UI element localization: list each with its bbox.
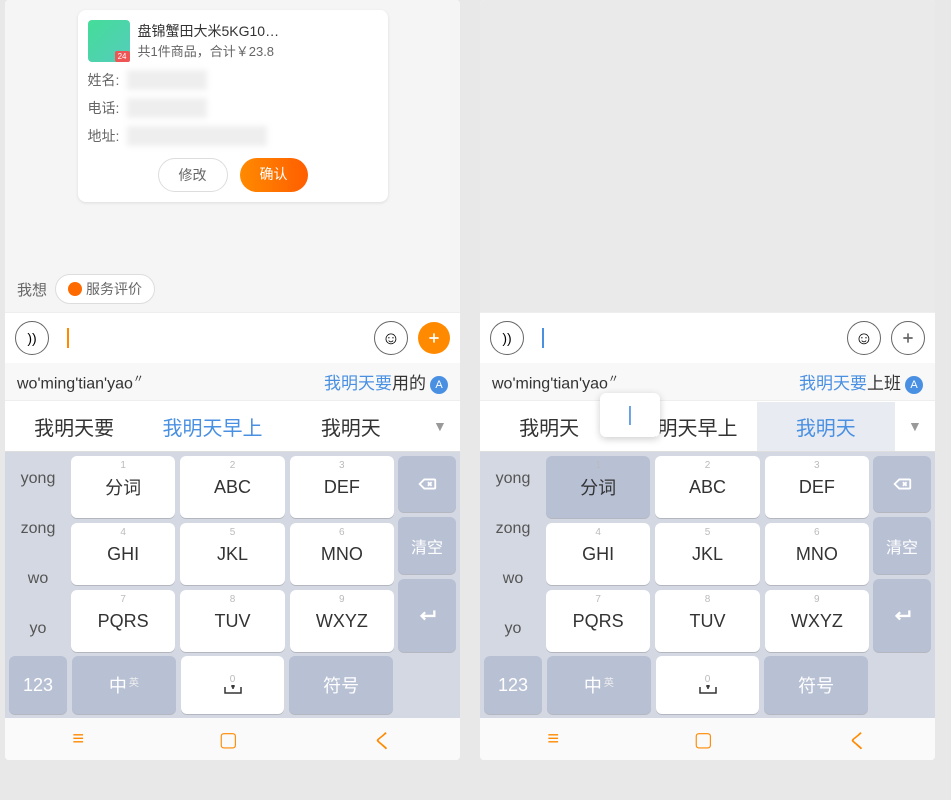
quick-chip[interactable]: 服务评价: [55, 274, 155, 304]
key-6[interactable]: 6MNO: [290, 523, 394, 585]
num-mode-key[interactable]: 123: [9, 656, 67, 714]
quick-reply-bar: 我想 服务评价: [5, 266, 460, 312]
nav-home-icon[interactable]: ▢: [694, 727, 713, 752]
message-input[interactable]: [59, 322, 364, 354]
side-cand[interactable]: yong: [484, 456, 542, 502]
message-input[interactable]: [534, 322, 837, 354]
emoji-button[interactable]: ☺: [847, 321, 881, 355]
backspace-key[interactable]: [398, 456, 456, 512]
side-cand[interactable]: wo: [484, 556, 542, 602]
symbol-key[interactable]: 符号: [289, 656, 393, 714]
candidate-1[interactable]: 我明天: [480, 402, 618, 451]
keyboard: yong zong wo yo 1分词 2ABC 3DEF 4GHI 5JKL …: [480, 452, 935, 656]
candidate-1[interactable]: 我明天要: [5, 402, 143, 451]
key-5[interactable]: 5JKL: [180, 523, 284, 585]
pinyin-text: wo'ming'tian'yao〃: [17, 370, 144, 393]
candidate-row: 我明天要 我明天早上 我明天 ▼: [5, 400, 460, 452]
nav-home-icon[interactable]: ▢: [219, 727, 238, 752]
input-bar: )) ☺: [5, 312, 460, 363]
product-subtitle: 共1件商品，合计￥23.8: [138, 42, 378, 62]
voice-button[interactable]: )): [490, 321, 524, 355]
nav-back-icon[interactable]: く: [848, 725, 868, 754]
product-title: 盘锦蟹田大米5KG10…: [138, 21, 378, 42]
key-3[interactable]: 3DEF: [765, 456, 869, 518]
side-cand[interactable]: yong: [9, 456, 67, 502]
backspace-key[interactable]: [873, 456, 931, 512]
add-button[interactable]: [418, 322, 450, 354]
key-9[interactable]: 9WXYZ: [765, 590, 869, 652]
phone-left: 盘锦蟹田大米5KG10… 共1件商品，合计￥23.8 姓名: 电话: 地址: 修…: [5, 0, 460, 760]
input-bar: )) ☺: [480, 312, 935, 363]
phone-right: )) ☺ wo'ming'tian'yao〃 我明天要上班A 我明天 | 我明天…: [480, 0, 935, 760]
space-key[interactable]: 0: [181, 656, 285, 714]
side-cand[interactable]: yo: [484, 606, 542, 652]
ime-header: wo'ming'tian'yao〃 我明天要用的A: [5, 363, 460, 400]
candidate-row: 我明天 | 我明天早上 我明天 ▼: [480, 400, 935, 452]
ime-header: wo'ming'tian'yao〃 我明天要上班A: [480, 363, 935, 400]
symbol-key[interactable]: 符号: [764, 656, 868, 714]
clear-key[interactable]: 清空: [398, 517, 456, 573]
key-1[interactable]: 1分词: [546, 456, 650, 518]
side-cand[interactable]: wo: [9, 556, 67, 602]
key-1[interactable]: 1分词: [71, 456, 175, 518]
keyboard-bottom-row: 123 中英 0 符号: [5, 656, 460, 718]
ai-icon: A: [905, 376, 923, 394]
enter-key[interactable]: [873, 579, 931, 652]
lang-key[interactable]: 中英: [72, 656, 176, 714]
side-cand[interactable]: zong: [9, 506, 67, 552]
chat-area: 盘锦蟹田大米5KG10… 共1件商品，合计￥23.8 姓名: 电话: 地址: 修…: [5, 0, 460, 266]
candidate-popup: |: [600, 393, 660, 437]
key-5[interactable]: 5JKL: [655, 523, 759, 585]
num-mode-key[interactable]: 123: [484, 656, 542, 714]
nav-recent-icon[interactable]: ≡: [547, 728, 559, 751]
expand-candidates[interactable]: ▼: [895, 418, 935, 434]
key-8[interactable]: 8TUV: [180, 590, 284, 652]
quick-label: 我想: [17, 279, 47, 300]
key-4[interactable]: 4GHI: [546, 523, 650, 585]
candidate-3[interactable]: 我明天: [282, 402, 420, 451]
label-address: 地址:: [88, 126, 120, 146]
clear-key[interactable]: 清空: [873, 517, 931, 573]
top-suggestion[interactable]: 我明天要上班A: [799, 369, 923, 394]
ai-icon: A: [430, 376, 448, 394]
add-button[interactable]: [891, 321, 925, 355]
chip-icon: [68, 282, 82, 296]
nav-recent-icon[interactable]: ≡: [72, 728, 84, 751]
edit-button[interactable]: 修改: [158, 158, 228, 192]
side-cand[interactable]: yo: [9, 606, 67, 652]
key-7[interactable]: 7PQRS: [71, 590, 175, 652]
key-9[interactable]: 9WXYZ: [290, 590, 394, 652]
lang-key[interactable]: 中英: [547, 656, 651, 714]
key-2[interactable]: 2ABC: [180, 456, 284, 518]
expand-candidates[interactable]: ▼: [420, 418, 460, 434]
key-3[interactable]: 3DEF: [290, 456, 394, 518]
nav-back-icon[interactable]: く: [373, 725, 393, 754]
key-4[interactable]: 4GHI: [71, 523, 175, 585]
top-suggestion[interactable]: 我明天要用的A: [324, 369, 448, 394]
space-key[interactable]: 0: [656, 656, 760, 714]
key-8[interactable]: 8TUV: [655, 590, 759, 652]
label-name: 姓名:: [88, 70, 120, 90]
order-card: 盘锦蟹田大米5KG10… 共1件商品，合计￥23.8 姓名: 电话: 地址: 修…: [78, 10, 388, 202]
side-candidates: yong zong wo yo: [484, 456, 542, 652]
pinyin-text: wo'ming'tian'yao〃: [492, 370, 619, 393]
side-candidates: yong zong wo yo: [9, 456, 67, 652]
keyboard-bottom-row: 123 中英 0 符号: [480, 656, 935, 718]
nav-bar: ≡ ▢ く: [480, 718, 935, 760]
key-2[interactable]: 2ABC: [655, 456, 759, 518]
product-image: [88, 20, 130, 62]
label-phone: 电话:: [88, 98, 120, 118]
chat-area: [480, 0, 935, 312]
nav-bar: ≡ ▢ く: [5, 718, 460, 760]
keyboard: yong zong wo yo 1分词 2ABC 3DEF 4GHI 5JKL …: [5, 452, 460, 656]
candidate-3[interactable]: 我明天: [757, 402, 895, 451]
emoji-button[interactable]: ☺: [374, 321, 408, 355]
side-cand[interactable]: zong: [484, 506, 542, 552]
voice-button[interactable]: )): [15, 321, 49, 355]
candidate-2[interactable]: 我明天早上: [143, 402, 281, 451]
confirm-button[interactable]: 确认: [240, 158, 308, 192]
key-7[interactable]: 7PQRS: [546, 590, 650, 652]
key-6[interactable]: 6MNO: [765, 523, 869, 585]
enter-key[interactable]: [398, 579, 456, 652]
